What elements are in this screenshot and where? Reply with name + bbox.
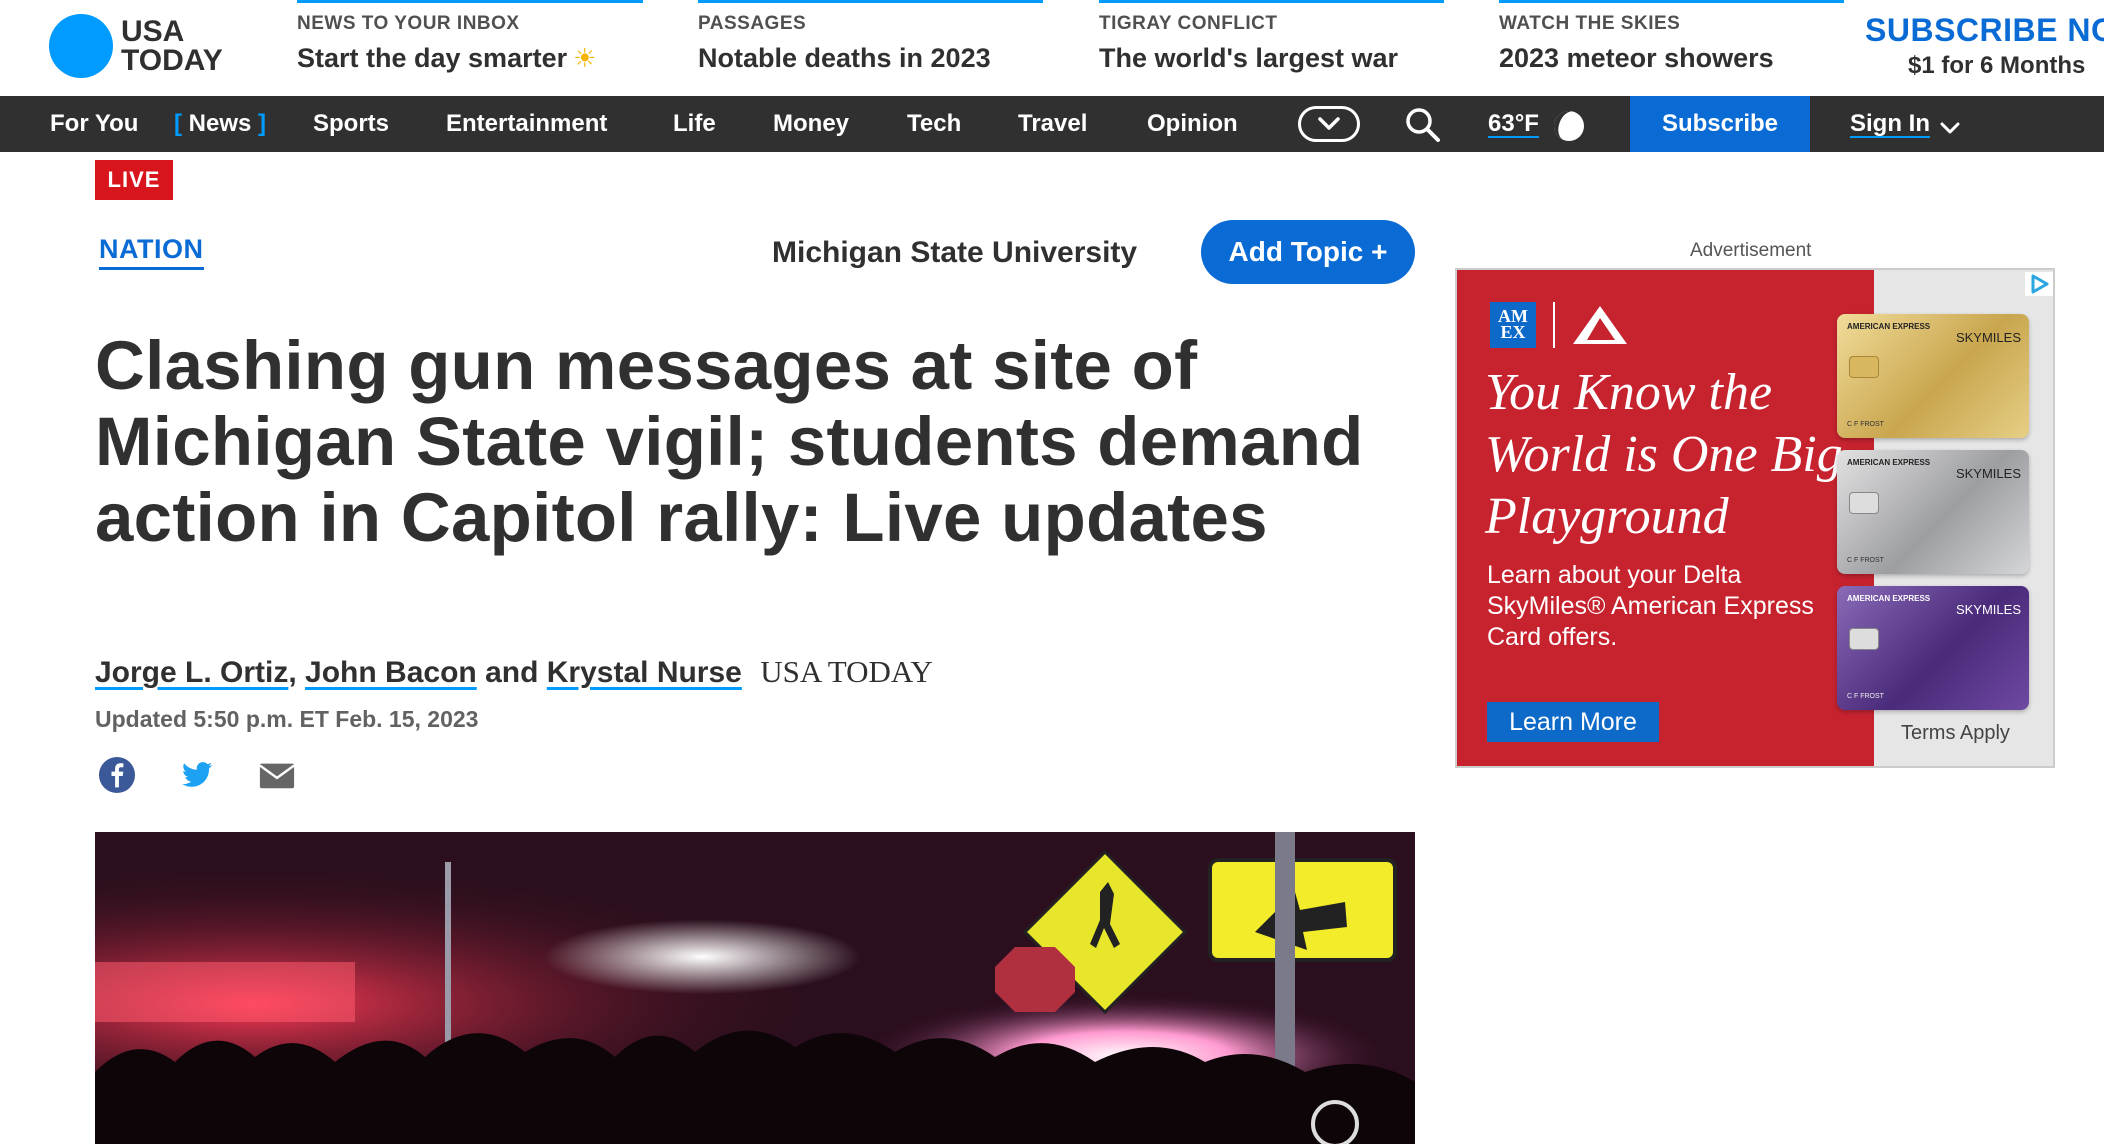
usa-today-logo[interactable]: USA TODAY — [49, 14, 269, 84]
card-holder: C F FROST — [1847, 421, 1884, 428]
promo-kicker: TIGRAY CONFLICT — [1099, 13, 1278, 34]
promo-headline[interactable]: Start the day smarter ☀ — [297, 43, 596, 74]
active-bracket-left: [ — [174, 110, 182, 137]
card-issuer: AMERICAN EXPRESS — [1847, 594, 1931, 603]
byline-source: USA TODAY — [760, 654, 933, 689]
nav-item-entertainment[interactable]: Entertainment — [446, 96, 607, 152]
hero-photo[interactable] — [95, 832, 1415, 1144]
card-program: SKYMILES — [1955, 330, 2021, 345]
sign-in-menu[interactable]: Sign In — [1850, 96, 1960, 152]
article-headline: Clashing gun messages at site of Michiga… — [95, 327, 1364, 556]
main-nav: For You [ News ] Sports Entertainment Li… — [0, 96, 2104, 152]
section-link-nation[interactable]: NATION — [99, 234, 204, 270]
promo-passages[interactable]: PASSAGES Notable deaths in 2023 — [698, 0, 1043, 96]
nav-item-sports[interactable]: Sports — [313, 96, 389, 152]
advertisement-banner[interactable]: AM EX You Know the World is One Big Play… — [1455, 268, 2055, 768]
search-icon[interactable] — [1404, 106, 1442, 144]
chevron-down-icon — [1318, 117, 1340, 130]
card-chip-icon — [1849, 492, 1879, 514]
author-link[interactable]: Jorge L. Ortiz — [95, 656, 288, 689]
temperature[interactable]: 63°F — [1488, 110, 1539, 137]
nav-item-money[interactable]: Money — [773, 96, 849, 152]
nav-item-tech[interactable]: Tech — [907, 96, 961, 152]
nav-item-for-you[interactable]: For You — [50, 96, 138, 152]
amex-logo: AM EX — [1490, 302, 1536, 348]
author-link[interactable]: Krystal Nurse — [547, 656, 742, 689]
ad-logo-divider — [1553, 302, 1555, 348]
nav-subscribe-button[interactable]: Subscribe — [1630, 96, 1810, 152]
live-badge: LIVE — [95, 160, 173, 200]
logo-wordmark: USA TODAY — [121, 15, 223, 77]
advertisement-label: Advertisement — [1690, 240, 1812, 261]
card-program: SKYMILES — [1955, 466, 2021, 481]
ad-tagline: You Know the World is One Big Playground — [1485, 364, 1843, 545]
promo-kicker: PASSAGES — [698, 13, 807, 34]
promo-headline[interactable]: Notable deaths in 2023 — [698, 43, 991, 74]
add-topic-button[interactable]: Add Topic + — [1201, 220, 1415, 284]
author-link[interactable]: John Bacon — [305, 656, 477, 689]
subscribe-promo-title[interactable]: SUBSCRIBE NOW — [1865, 12, 2104, 49]
subscribe-promo[interactable]: SUBSCRIBE NOW $1 for 6 Months — [1860, 10, 2104, 86]
delta-logo-icon — [1573, 306, 1627, 344]
sun-icon: ☀ — [573, 43, 597, 73]
top-promo-bar: USA TODAY NEWS TO YOUR INBOX Start the da… — [0, 0, 2104, 96]
card-issuer: AMERICAN EXPRESS — [1847, 322, 1931, 331]
hero-photo-scene — [95, 832, 1415, 1144]
nav-item-travel[interactable]: Travel — [1018, 96, 1087, 152]
active-bracket-right: ] — [258, 110, 267, 137]
nav-item-opinion[interactable]: Opinion — [1147, 96, 1238, 152]
promo-tigray[interactable]: TIGRAY CONFLICT The world's largest war — [1099, 0, 1444, 96]
moon-icon — [1554, 111, 1584, 141]
promo-meteor[interactable]: WATCH THE SKIES 2023 meteor showers — [1499, 0, 1844, 96]
updated-timestamp: Updated 5:50 p.m. ET Feb. 15, 2023 — [95, 706, 479, 732]
logo-circle — [49, 14, 113, 78]
byline-and: and — [485, 656, 539, 689]
facebook-icon[interactable] — [97, 756, 137, 794]
card-holder: C F FROST — [1847, 693, 1884, 700]
card-program: SKYMILES — [1955, 602, 2021, 617]
nav-item-news[interactable]: [ News ] — [174, 96, 266, 152]
reserve-card-image: AMERICAN EXPRESS SKYMILES C F FROST — [1837, 586, 2029, 710]
byline-separator: , — [288, 656, 297, 689]
promo-headline[interactable]: 2023 meteor showers — [1499, 43, 1774, 74]
card-chip-icon — [1849, 628, 1879, 650]
learn-more-button[interactable]: Learn More — [1487, 702, 1659, 742]
card-holder: C F FROST — [1847, 557, 1884, 564]
promo-newsletter[interactable]: NEWS TO YOUR INBOX Start the day smarter… — [297, 0, 643, 96]
topic-name: Michigan State University — [772, 236, 1138, 269]
chevron-down-icon — [1940, 122, 1960, 134]
card-chip-icon — [1849, 356, 1879, 378]
twitter-icon[interactable] — [177, 756, 217, 794]
sign-in-label[interactable]: Sign In — [1850, 110, 1930, 137]
card-issuer: AMERICAN EXPRESS — [1847, 458, 1931, 467]
gold-card-image: AMERICAN EXPRESS SKYMILES C F FROST — [1837, 314, 2029, 438]
promo-kicker: WATCH THE SKIES — [1499, 13, 1681, 34]
byline: Jorge L. Ortiz, John Bacon and Krystal N… — [95, 654, 933, 690]
promo-kicker: NEWS TO YOUR INBOX — [297, 13, 520, 34]
nav-item-life[interactable]: Life — [673, 96, 716, 152]
email-icon[interactable] — [257, 756, 297, 794]
terms-apply-link[interactable]: Terms Apply — [1901, 722, 2010, 745]
more-menu-button[interactable] — [1298, 106, 1360, 142]
platinum-card-image: AMERICAN EXPRESS SKYMILES C F FROST — [1837, 450, 2029, 574]
subscribe-promo-offer[interactable]: $1 for 6 Months — [1908, 52, 2085, 80]
ad-copy: Learn about your Delta SkyMiles® America… — [1487, 561, 1814, 651]
weather-widget[interactable]: 63°F — [1488, 96, 1584, 152]
promo-headline[interactable]: The world's largest war — [1099, 43, 1398, 74]
adchoices-icon[interactable] — [2025, 272, 2053, 296]
